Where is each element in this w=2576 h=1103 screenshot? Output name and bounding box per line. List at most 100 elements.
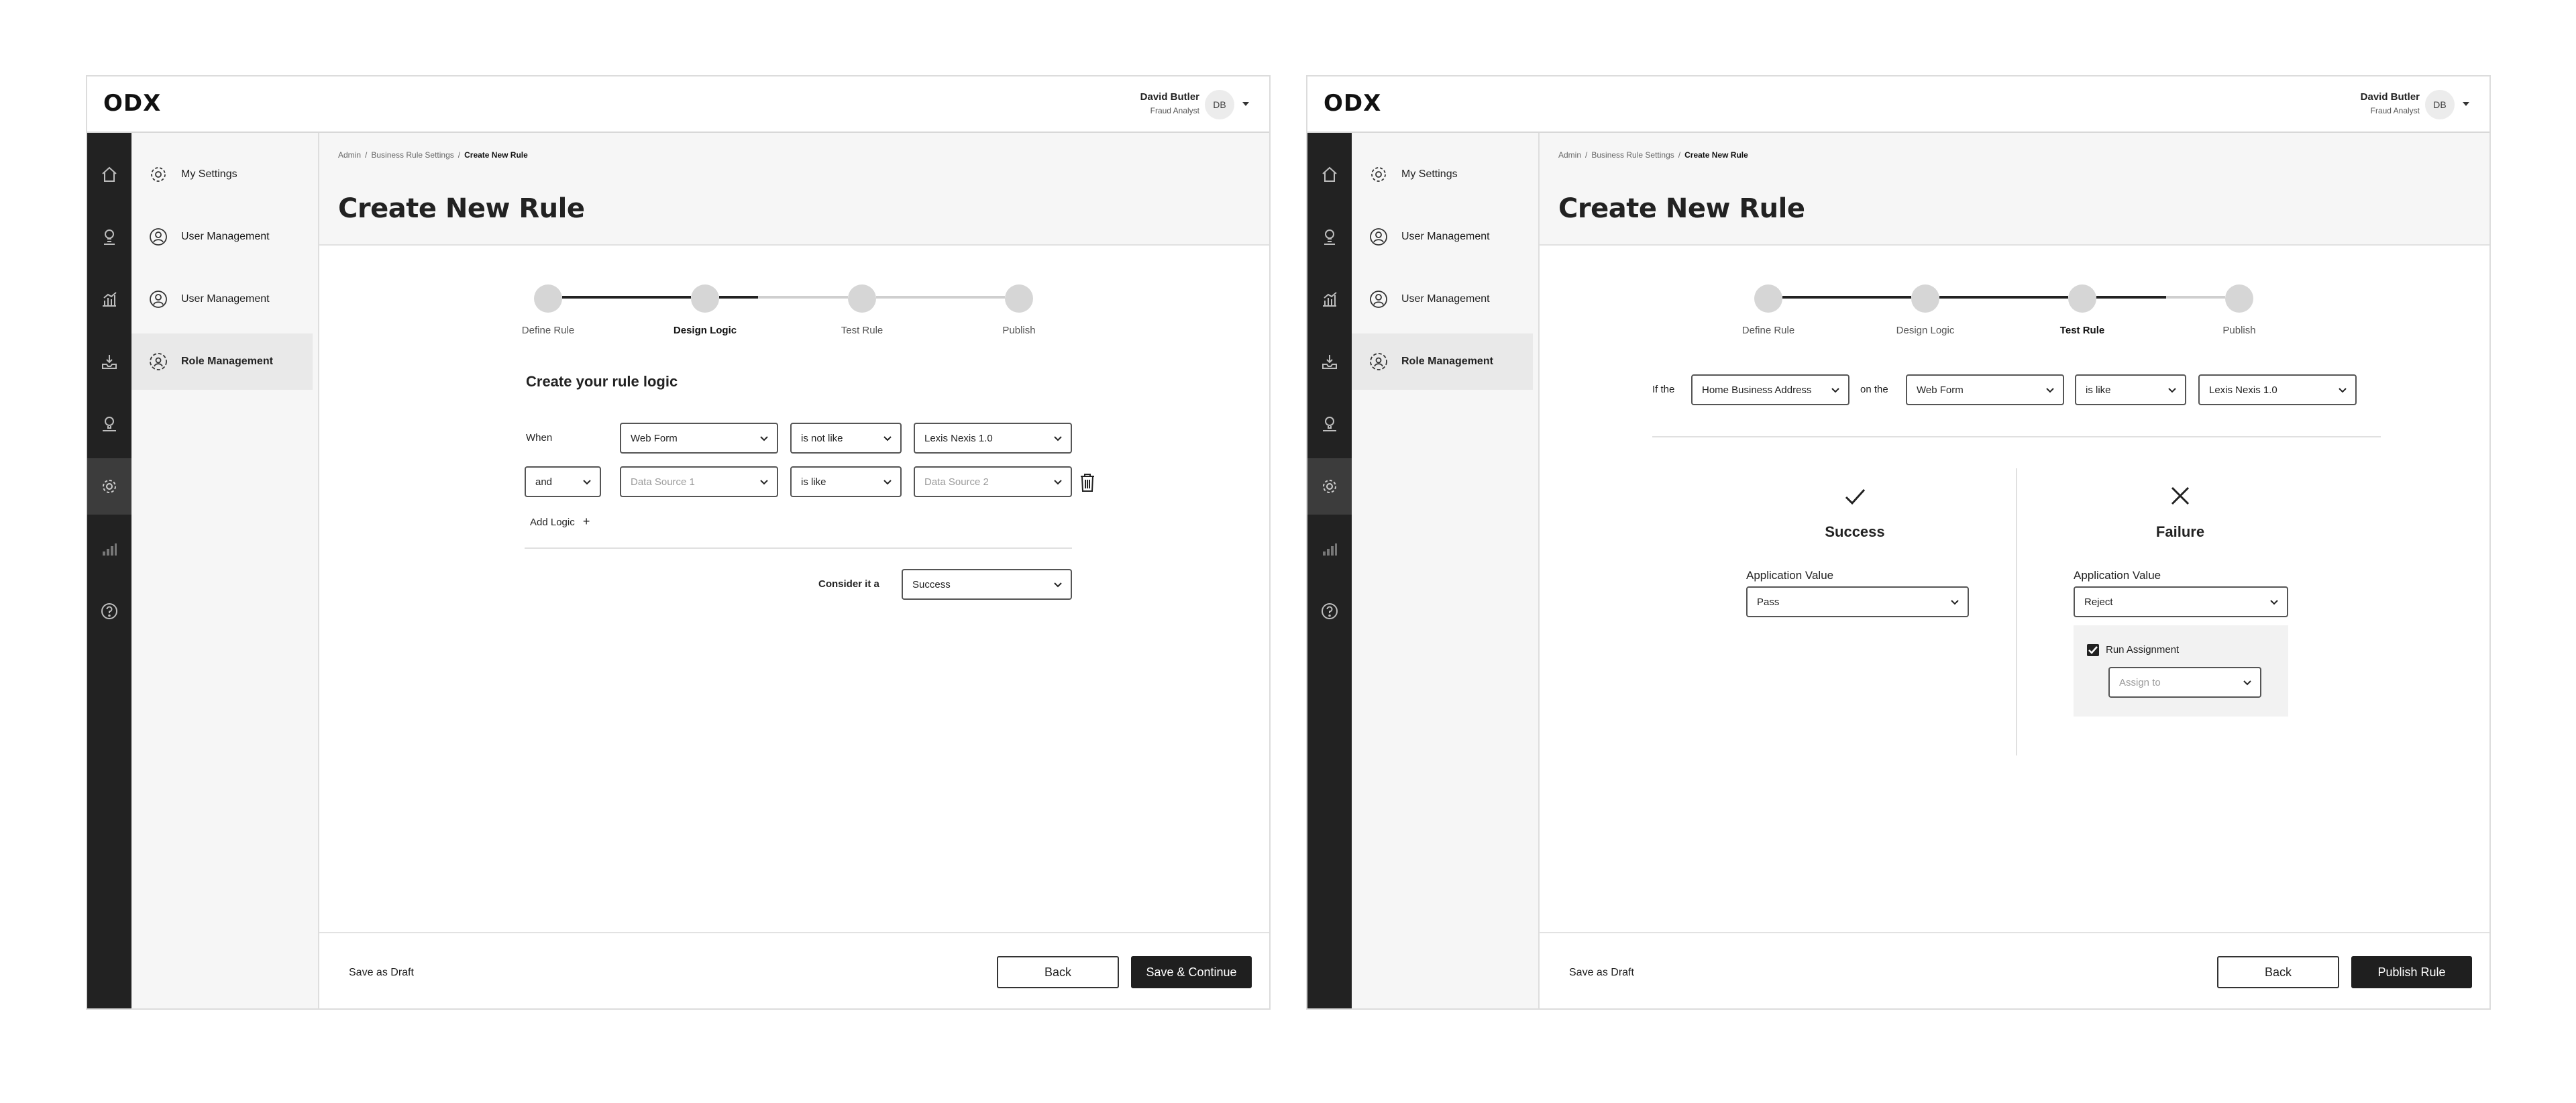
rail-inbox[interactable] <box>1307 333 1352 390</box>
rail-inbox[interactable] <box>87 333 131 390</box>
rail-reports[interactable] <box>1307 521 1352 577</box>
subnav-my-settings[interactable]: My Settings <box>1352 146 1533 203</box>
value-select-value: Lexis Nexis 1.0 <box>2209 384 2277 396</box>
bulb-hand-icon <box>103 417 116 431</box>
lightbulb-icon <box>104 229 115 245</box>
connector-select[interactable]: and <box>525 466 601 497</box>
chevron-down-icon[interactable] <box>1242 102 1249 106</box>
rail-analytics[interactable] <box>1307 271 1352 327</box>
rail-help[interactable] <box>87 583 131 639</box>
run-assignment-label: Run Assignment <box>2106 644 2180 655</box>
step-connector <box>1939 296 2068 299</box>
data-source-2-select[interactable]: Data Source 2 <box>914 466 1072 497</box>
field-select[interactable]: Web Form <box>620 423 778 454</box>
rail-analytics[interactable] <box>87 271 131 327</box>
add-logic-label: Add Logic <box>530 517 575 528</box>
run-assignment-checkbox[interactable] <box>2087 644 2099 656</box>
publish-rule-button[interactable]: Publish Rule <box>2351 956 2472 988</box>
bulb-hand-icon <box>1323 417 1336 431</box>
app-logo[interactable]: ODX <box>103 90 161 117</box>
rail-insights[interactable] <box>87 396 131 452</box>
app-logo[interactable]: ODX <box>1324 90 1381 117</box>
gear-icon <box>1371 167 1386 182</box>
assign-to-select[interactable]: Assign to <box>2108 667 2261 698</box>
back-button[interactable]: Back <box>2217 956 2339 988</box>
settings-subnav: My Settings User Management User Managem… <box>1352 133 1540 1008</box>
breadcrumb-admin[interactable]: Admin <box>338 150 361 160</box>
avatar[interactable]: DB <box>1205 90 1234 119</box>
source-select[interactable]: Web Form <box>1906 374 2064 405</box>
consider-label: Consider it a <box>818 578 879 590</box>
inbox-icon <box>102 355 117 369</box>
breadcrumb-settings[interactable]: Business Rule Settings <box>371 150 453 160</box>
subnav-user-management-2[interactable]: User Management <box>131 271 313 327</box>
divider <box>1652 436 2381 437</box>
chevron-down-icon <box>2046 388 2054 393</box>
subnav-label: User Management <box>1401 293 1490 305</box>
save-continue-button[interactable]: Save & Continue <box>1131 956 1252 988</box>
save-draft-link[interactable]: Save as Draft <box>349 967 414 979</box>
value-select[interactable]: Lexis Nexis 1.0 <box>914 423 1072 454</box>
rail-help[interactable] <box>1307 583 1352 639</box>
breadcrumb-current: Create New Rule <box>1684 150 1748 160</box>
step-dot-publish[interactable] <box>1005 284 1033 313</box>
operator-select[interactable]: is not like <box>790 423 902 454</box>
step-dot-define[interactable] <box>1754 284 1782 313</box>
breadcrumb-settings[interactable]: Business Rule Settings <box>1591 150 1674 160</box>
rail-reports[interactable] <box>87 521 131 577</box>
step-dot-define[interactable] <box>534 284 562 313</box>
subnav-role-management[interactable]: Role Management <box>131 333 313 390</box>
operator-select-value: is like <box>2086 384 2111 396</box>
step-connector <box>758 296 848 299</box>
failure-title: Failure <box>2155 523 2205 540</box>
vertical-divider <box>2016 468 2017 755</box>
plus-icon: + <box>582 515 590 528</box>
step-dot-design[interactable] <box>1911 284 1939 313</box>
data-source-1-select[interactable]: Data Source 1 <box>620 466 778 497</box>
failure-value-label: Application Value <box>2074 569 2161 582</box>
breadcrumb-admin[interactable]: Admin <box>1558 150 1581 160</box>
subnav-user-management[interactable]: User Management <box>1352 209 1533 265</box>
outcome-select[interactable]: Success <box>902 569 1072 600</box>
rail-ideas[interactable] <box>1307 209 1352 265</box>
subnav-label: My Settings <box>1401 168 1458 180</box>
step-connector <box>719 296 758 299</box>
breadcrumb: Admin / Business Rule Settings / Create New … <box>338 150 528 160</box>
step-dot-test[interactable] <box>848 284 876 313</box>
trash-icon[interactable] <box>1079 472 1096 492</box>
step-dot-test[interactable] <box>2068 284 2096 313</box>
failure-value-select[interactable]: Reject <box>2074 586 2288 617</box>
attribute-select[interactable]: Home Business Address <box>1691 374 1849 405</box>
icon-rail <box>87 133 131 1008</box>
chevron-down-icon <box>1831 388 1839 393</box>
bar-chart-icon <box>1323 543 1337 556</box>
page-header: Admin / Business Rule Settings / Create New … <box>319 133 1269 246</box>
subnav-my-settings[interactable]: My Settings <box>131 146 313 203</box>
add-logic-button[interactable]: Add Logic + <box>530 515 590 529</box>
data-source-2-placeholder: Data Source 2 <box>924 476 989 488</box>
page-title: Create New Rule <box>338 193 585 224</box>
operator-select-2[interactable]: is like <box>790 466 902 497</box>
gear-icon <box>103 480 116 493</box>
step-dot-design[interactable] <box>691 284 719 313</box>
rail-ideas[interactable] <box>87 209 131 265</box>
rail-home[interactable] <box>1307 146 1352 203</box>
rail-settings[interactable] <box>87 458 131 515</box>
rail-insights[interactable] <box>1307 396 1352 452</box>
avatar[interactable]: DB <box>2425 90 2455 119</box>
rail-home[interactable] <box>87 146 131 203</box>
rail-settings[interactable] <box>1307 458 1352 515</box>
subnav-user-management-2[interactable]: User Management <box>1352 271 1533 327</box>
step-dot-publish[interactable] <box>2225 284 2253 313</box>
footer-bar: Save as Draft Back Publish Rule <box>1540 932 2489 1008</box>
subnav-role-management[interactable]: Role Management <box>1352 333 1533 390</box>
value-select[interactable]: Lexis Nexis 1.0 <box>2198 374 2357 405</box>
step-label-design: Design Logic <box>673 325 737 336</box>
chevron-down-icon[interactable] <box>2463 102 2469 106</box>
operator-select[interactable]: is like <box>2075 374 2186 405</box>
user-name: David Butler <box>1140 91 1199 103</box>
subnav-user-management[interactable]: User Management <box>131 209 313 265</box>
save-draft-link[interactable]: Save as Draft <box>1569 967 1634 979</box>
back-button[interactable]: Back <box>997 956 1119 988</box>
success-value-select[interactable]: Pass <box>1746 586 1969 617</box>
